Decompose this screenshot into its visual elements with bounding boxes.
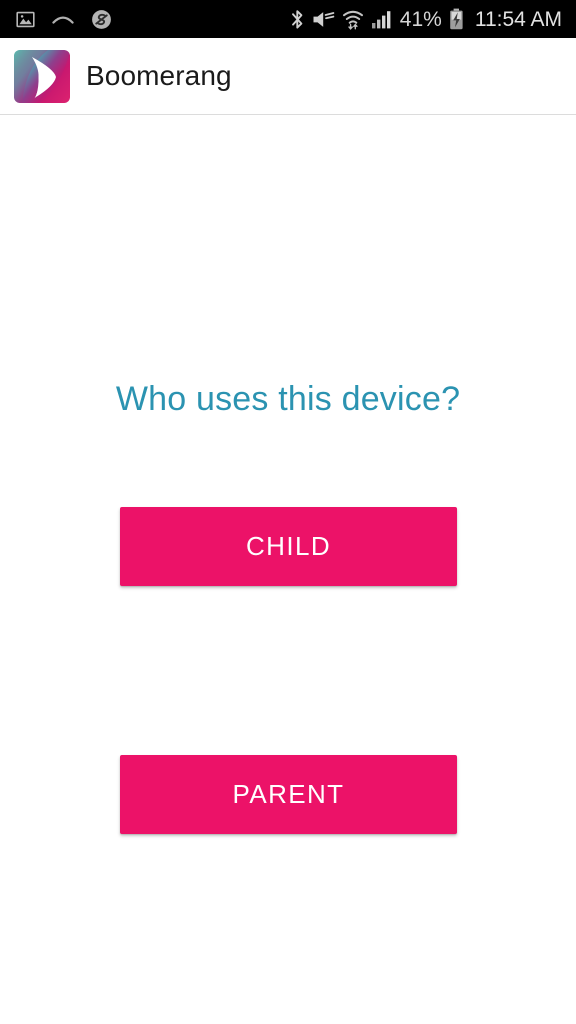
- battery-charging-icon: [449, 8, 464, 30]
- status-bar-right-icons: 41% 11:54 AM: [290, 8, 566, 31]
- main-content: Who uses this device? CHILD PARENT: [0, 115, 576, 1024]
- mute-icon: [312, 9, 335, 30]
- app-title: Boomerang: [86, 60, 232, 91]
- chevron-up-icon: [52, 12, 74, 26]
- parent-button[interactable]: PARENT: [120, 755, 457, 834]
- status-bar-left-icons: [10, 9, 112, 30]
- boomerang-logo: [14, 49, 70, 103]
- status-bar-clock: 11:54 AM: [474, 7, 562, 31]
- child-button[interactable]: CHILD: [120, 507, 457, 586]
- bluetooth-icon: [290, 8, 305, 31]
- cellular-signal-icon: [371, 9, 393, 30]
- battery-percentage: 41%: [399, 7, 442, 31]
- app-bar: Boomerang: [0, 38, 576, 115]
- child-button-label: CHILD: [245, 531, 331, 561]
- page-title: Who uses this device?: [115, 380, 461, 418]
- parent-button-label: PARENT: [232, 779, 345, 809]
- screenshot-image-icon: [16, 10, 35, 29]
- app-screen: 41% 11:54 AM Boomerang Who uses this dev…: [0, 0, 576, 1024]
- status-bar: 41% 11:54 AM: [0, 0, 576, 38]
- wifi-icon: [342, 8, 364, 30]
- app-notification-icon: [91, 9, 112, 30]
